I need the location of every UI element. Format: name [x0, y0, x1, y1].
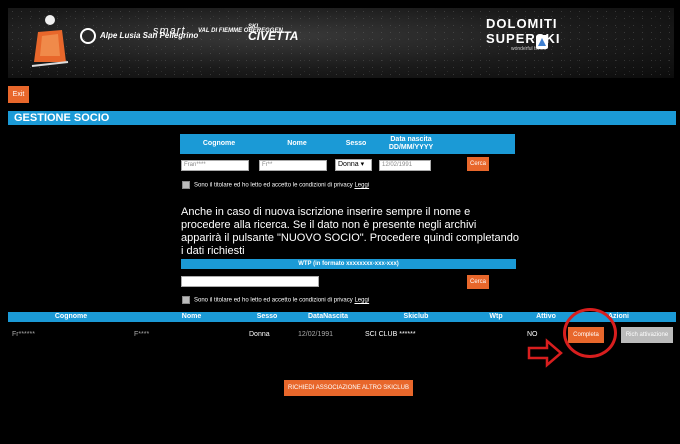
header-nome: Nome — [287, 140, 307, 147]
wtp-privacy-checkbox[interactable] — [182, 296, 190, 304]
request-activation-button[interactable]: Rich attivazione — [621, 327, 673, 343]
logo-civetta: SKI CIVETTA — [248, 24, 299, 43]
exit-button[interactable]: Exit — [8, 86, 29, 103]
cell-sesso: Donna — [249, 331, 270, 338]
column-sesso: Sesso — [256, 313, 278, 320]
page-title: GESTIONE SOCIO — [14, 112, 110, 124]
header-sesso: Sesso — [345, 140, 367, 147]
sesso-select[interactable]: Donna ▾ — [335, 159, 372, 171]
logo-smart: smart — [153, 25, 186, 37]
nome-input[interactable]: Fr** — [259, 160, 327, 171]
privacy-read-link[interactable]: Leggi — [354, 183, 369, 189]
cell-skiclub: SCI CLUB ****** — [365, 331, 416, 338]
request-association-button[interactable]: RICHIEDI ASSOCIAZIONE ALTRO SKICLUB — [284, 380, 413, 396]
privacy-checkbox[interactable] — [182, 181, 190, 189]
search-button[interactable]: Cerca — [467, 157, 489, 171]
skier-logo-icon — [31, 15, 69, 67]
highlight-circle — [563, 308, 617, 358]
cognome-input[interactable]: Fran**** — [181, 160, 249, 171]
search-form-header: Cognome Nome Sesso Data nascita DD/MM/YYY… — [180, 134, 515, 154]
wtp-search-button[interactable]: Cerca — [467, 275, 489, 289]
column-attivo: Attivo — [536, 313, 556, 320]
wtp-privacy-read-link[interactable]: Leggi — [354, 298, 369, 304]
column-nome: Nome — [181, 313, 202, 320]
column-data-nascita: DataNascita — [307, 313, 349, 320]
data-nascita-input[interactable]: 12/02/1991 — [379, 160, 431, 171]
cell-attivo: NO — [527, 331, 538, 338]
header-banner: Alpe Lusia San Pellegrino smart VAL DI F… — [8, 8, 674, 78]
chevron-down-icon: ▾ — [360, 161, 365, 168]
wtp-input[interactable] — [181, 276, 319, 287]
cell-data-nascita: 12/02/1991 — [298, 331, 334, 338]
column-cognome: Cognome — [54, 313, 88, 320]
wtp-privacy-consent: Sono il titolare ed ho letto ed accetto … — [182, 296, 369, 304]
wtp-header: WTP (in formato xxxxxxxx-xxx-xxx) — [181, 259, 516, 269]
column-skiclub: Skiclub — [403, 313, 429, 320]
header-data-nascita: Data nascita DD/MM/YYYY — [388, 136, 434, 151]
dolomiti-mountain-icon — [536, 35, 548, 49]
column-wtp: Wtp — [489, 313, 503, 320]
cell-nome: F**** — [134, 331, 150, 338]
arrow-right-icon — [527, 338, 563, 368]
header-cognome: Cognome — [202, 140, 236, 147]
privacy-consent: Sono il titolare ed ho letto ed accetto … — [182, 181, 369, 189]
instruction-notice: Anche in caso di nuova iscrizione inseri… — [181, 206, 519, 257]
cell-cognome: Fr****** — [12, 331, 35, 338]
